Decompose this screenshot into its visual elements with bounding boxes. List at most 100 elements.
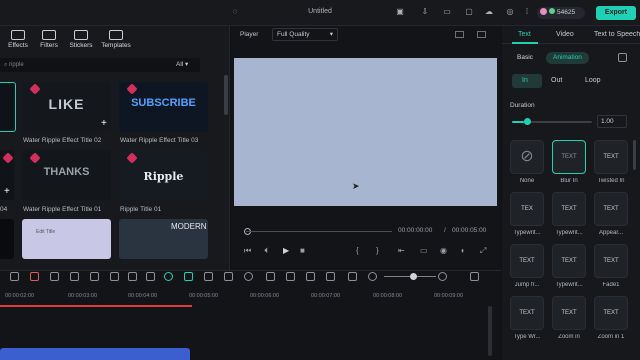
timeline-panel <box>0 270 501 360</box>
layout-icon[interactable] <box>10 272 19 281</box>
asset-thumb[interactable]: MODERN <box>119 219 208 259</box>
effect-fade1[interactable]: TEXT <box>594 244 628 278</box>
asset-thumb[interactable] <box>0 219 14 259</box>
layout-icon[interactable]: ▭ <box>442 7 452 17</box>
effect-appear[interactable]: TEXT <box>594 192 628 226</box>
share-icon[interactable]: ▢ <box>464 7 474 17</box>
mic-icon[interactable] <box>286 272 295 281</box>
transition-icon[interactable] <box>266 272 275 281</box>
quality-dropdown[interactable]: Full Quality ▾ <box>272 28 338 41</box>
preview-canvas[interactable] <box>234 58 497 206</box>
ruler-tick: 00:00:08:00 <box>373 293 403 299</box>
effect-twisted-in[interactable]: TEXT <box>594 140 628 174</box>
ruler-tick: 00:00:02:00 <box>5 293 35 299</box>
anim-tab-in[interactable]: In <box>522 77 528 84</box>
zoom-slider-handle[interactable] <box>410 273 417 280</box>
effect-label: Typewrit... <box>555 230 583 236</box>
save-preset-icon[interactable] <box>618 53 627 62</box>
asset-thumb[interactable]: Edit Title <box>22 219 111 259</box>
preview-icon[interactable] <box>348 272 357 281</box>
add-icon[interactable]: + <box>4 186 10 197</box>
effect-typewriter-3[interactable]: TEXT <box>552 244 586 278</box>
filter-all-dropdown[interactable]: All ▾ <box>176 60 188 68</box>
duration-slider-handle[interactable] <box>524 118 531 125</box>
speed-icon[interactable] <box>224 272 233 281</box>
effect-blur-in[interactable]: TEXT <box>552 140 586 174</box>
monitor-icon[interactable]: ▭ <box>420 246 428 255</box>
add-icon[interactable]: + <box>101 118 107 129</box>
tab-video[interactable]: Video <box>556 31 574 38</box>
keyframe-icon[interactable] <box>244 272 253 281</box>
export-button[interactable]: Export <box>596 6 636 20</box>
marker-icon[interactable] <box>204 272 213 281</box>
support-icon[interactable]: ◎ <box>505 7 515 17</box>
subtab-animation[interactable]: Animation <box>546 52 589 64</box>
anim-tab-out[interactable]: Out <box>551 77 562 84</box>
ruler-tick: 00:00:04:00 <box>128 293 158 299</box>
scrollbar[interactable] <box>633 140 636 170</box>
zoom-out-icon[interactable] <box>368 272 377 281</box>
volume-icon[interactable]: ◖ <box>460 246 465 255</box>
effect-type-writer[interactable]: TEXT <box>510 296 544 330</box>
credits-badge[interactable]: 54625 <box>537 7 585 19</box>
render-bar <box>0 305 192 307</box>
apps-icon[interactable]: ⁞ <box>522 7 532 17</box>
snapshot-icon[interactable] <box>477 31 486 38</box>
tab-text[interactable]: Text <box>518 31 531 38</box>
step-back-icon[interactable]: ⏴ <box>264 246 268 256</box>
camera-icon[interactable]: ◉ <box>440 246 447 255</box>
audio-icon[interactable] <box>326 272 335 281</box>
link-icon[interactable] <box>184 272 193 281</box>
redo-icon[interactable] <box>70 272 79 281</box>
current-time: 00:00:00:00 <box>398 227 433 234</box>
delete-icon[interactable] <box>90 272 99 281</box>
effect-typewriter-2[interactable]: TEXT <box>552 192 586 226</box>
tab-templates[interactable]: Templates <box>94 30 138 49</box>
scrollbar[interactable] <box>224 75 228 115</box>
effect-zoom-in[interactable]: TEXT <box>552 296 586 330</box>
effect-none[interactable]: ⊘ <box>510 140 544 174</box>
effect-zoom-in-1[interactable]: TEXT <box>594 296 628 330</box>
scrub-bar[interactable] <box>246 231 392 232</box>
stickers-icon <box>74 30 88 40</box>
tab-text-to-speech[interactable]: Text to Speech <box>594 31 640 38</box>
asset-caption: Water Ripple Effect Title 01 <box>23 206 102 213</box>
anim-tab-loop[interactable]: Loop <box>585 77 601 84</box>
effect-label: Jump fr... <box>514 282 540 288</box>
cloud-icon[interactable]: ☁ <box>484 7 494 17</box>
asset-caption: Ripple Title 01 <box>120 206 162 213</box>
grid-icon[interactable] <box>470 272 479 281</box>
ai-icon[interactable] <box>30 272 39 281</box>
zoom-in-icon[interactable] <box>438 272 447 281</box>
effect-jump-from[interactable]: TEXT <box>510 244 544 278</box>
search-input[interactable]: ⌕ ripple <box>0 58 200 72</box>
download-icon[interactable]: ⇩ <box>420 7 430 17</box>
cloud-status-icon[interactable]: ◌ <box>230 7 240 17</box>
effect-typewriter-1[interactable]: TEX <box>510 192 544 226</box>
effects-icon <box>11 30 25 40</box>
subtab-basic[interactable]: Basic <box>510 52 540 64</box>
timeline-clip[interactable] <box>0 348 190 360</box>
undo-icon[interactable] <box>50 272 59 281</box>
effect-label: None <box>519 178 535 184</box>
play-icon[interactable]: ▶ <box>283 246 289 255</box>
fit-icon[interactable]: ⇤ <box>398 246 405 255</box>
ruler-tick: 00:00:03:00 <box>68 293 98 299</box>
track-icon[interactable] <box>306 272 315 281</box>
crop-icon[interactable] <box>128 272 137 281</box>
scrollbar[interactable] <box>488 306 492 356</box>
asset-thumb[interactable] <box>0 82 16 132</box>
snap-icon[interactable] <box>164 272 173 281</box>
effect-label: Zoom in <box>558 334 580 340</box>
safe-zone-icon[interactable] <box>455 31 464 38</box>
asset-caption: 04 <box>0 206 8 213</box>
mark-in-icon[interactable]: { <box>356 246 359 255</box>
cut-icon[interactable] <box>110 272 119 281</box>
mark-out-icon[interactable]: } <box>376 246 379 255</box>
duration-input[interactable]: 1.00 <box>597 115 627 128</box>
fullscreen-icon[interactable]: ⤢ <box>480 246 486 256</box>
text-icon[interactable] <box>146 272 155 281</box>
stop-icon[interactable]: ■ <box>300 246 305 255</box>
prev-frame-icon[interactable]: ⏮ <box>244 246 251 256</box>
gift-icon[interactable]: ▣ <box>395 7 405 17</box>
